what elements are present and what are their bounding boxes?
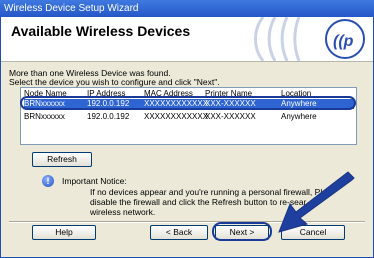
cell-printer: XXX-XXXXXX [205,112,256,121]
title-bar: Wireless Device Setup Wizard [0,0,374,17]
cell-mac: XXXXXXXXXXXX [144,112,209,121]
notice-line-1: If no devices appear and you're running … [90,187,332,197]
info-icon: ! [42,175,54,187]
page-title: Available Wireless Devices [11,23,191,39]
notice-line-2: disable the firewall and click the Refre… [90,197,307,207]
cell-node: BRNxxxxxx [24,112,65,121]
svg-text:((p: ((p [333,33,354,50]
wireless-signal-icon: ((p [253,17,365,61]
next-button-highlight [212,222,272,241]
selection-highlight [20,96,356,110]
back-button[interactable]: < Back [150,225,208,240]
notice-title: Important Notice: [62,176,127,186]
footer-separator [9,221,365,223]
cell-ip: 192.0.0.192 [87,112,130,121]
cancel-button[interactable]: Cancel [281,225,345,240]
refresh-button[interactable]: Refresh [32,152,92,167]
help-button[interactable]: Help [32,225,96,240]
select-instruction: Select the device you wish to configure … [9,77,220,87]
wizard-window: Wireless Device Setup Wizard Available W… [0,0,374,258]
device-row[interactable]: BRNxxxxxx 192.0.0.192 XXXXXXXXXXXX XXX-X… [24,112,354,122]
notice-line-3: wireless network. [90,207,156,217]
wizard-header: Available Wireless Devices ((p [1,17,373,62]
window-title: Wireless Device Setup Wizard [4,3,139,14]
cell-location: Anywhere [281,112,317,121]
